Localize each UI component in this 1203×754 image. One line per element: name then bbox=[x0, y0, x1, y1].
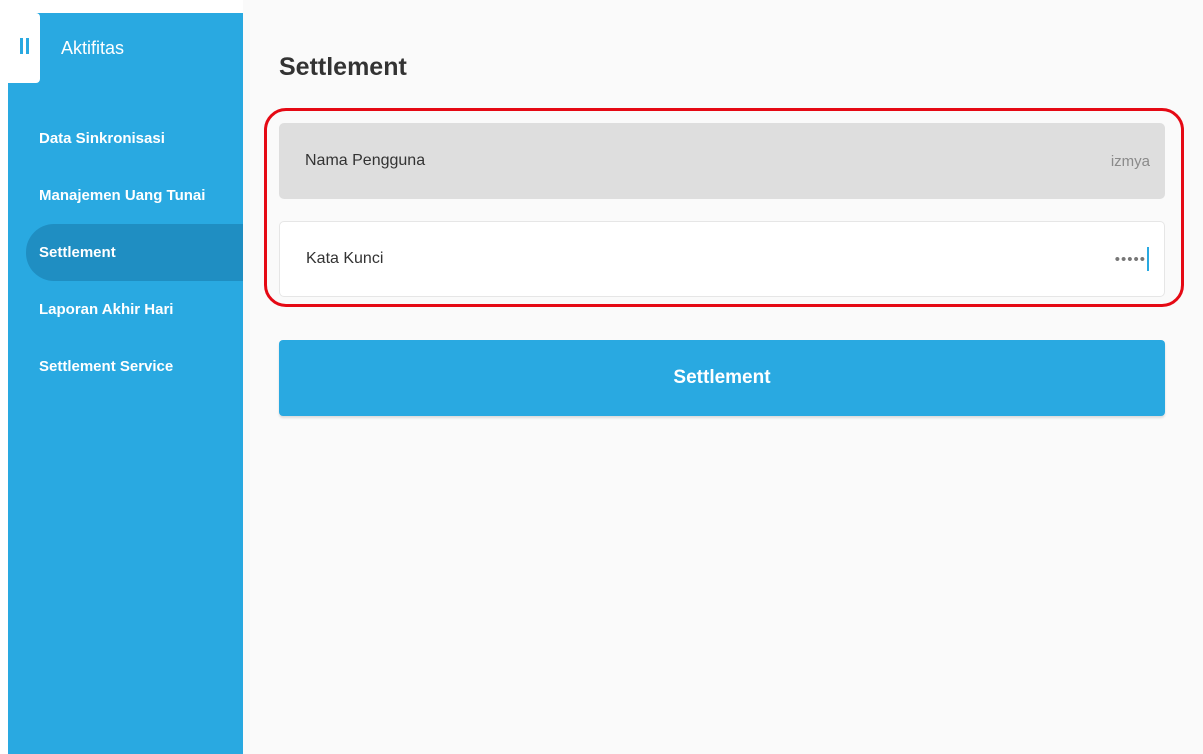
username-label: Nama Pengguna bbox=[305, 152, 426, 169]
password-masked-value: ••••• bbox=[1114, 250, 1146, 268]
main-content: Settlement Nama Pengguna izmya Kata Kunc… bbox=[243, 0, 1203, 754]
sidebar-item-label: Settlement bbox=[39, 244, 116, 261]
username-field[interactable]: Nama Pengguna izmya bbox=[279, 123, 1165, 199]
sidebar-item-laporan-akhir-hari[interactable]: Laporan Akhir Hari bbox=[8, 281, 243, 338]
app-window: Aktifitas Data Sinkronisasi Manajemen Ua… bbox=[0, 0, 1203, 754]
sidebar-item-settlement[interactable]: Settlement bbox=[26, 224, 243, 281]
text-caret bbox=[1147, 247, 1149, 271]
sidebar-item-label: Manajemen Uang Tunai bbox=[39, 187, 206, 204]
password-input[interactable]: ••••• bbox=[1115, 247, 1149, 271]
username-value: izmya bbox=[1110, 152, 1150, 170]
sidebar: Aktifitas Data Sinkronisasi Manajemen Ua… bbox=[8, 13, 243, 754]
sidebar-item-data-sinkronisasi[interactable]: Data Sinkronisasi bbox=[8, 110, 243, 167]
password-label: Kata Kunci bbox=[306, 250, 384, 267]
sidebar-item-label: Data Sinkronisasi bbox=[39, 130, 165, 147]
sidebar-header: Aktifitas bbox=[8, 13, 243, 83]
sidebar-item-manajemen-uang-tunai[interactable]: Manajemen Uang Tunai bbox=[8, 167, 243, 224]
sidebar-title: Aktifitas bbox=[61, 38, 125, 58]
sidebar-item-label: Laporan Akhir Hari bbox=[39, 301, 174, 318]
settlement-button[interactable]: Settlement bbox=[279, 340, 1165, 416]
menu-toggle-icon bbox=[19, 38, 23, 54]
password-field[interactable]: Kata Kunci ••••• bbox=[279, 221, 1165, 297]
sidebar-item-settlement-service[interactable]: Settlement Service bbox=[8, 338, 243, 395]
sidebar-nav: Data Sinkronisasi Manajemen Uang Tunai S… bbox=[8, 110, 243, 395]
sidebar-item-label: Settlement Service bbox=[39, 358, 174, 375]
page-title: Settlement bbox=[279, 53, 407, 81]
menu-toggle-icon bbox=[25, 38, 29, 54]
menu-toggle-button[interactable] bbox=[8, 13, 40, 83]
